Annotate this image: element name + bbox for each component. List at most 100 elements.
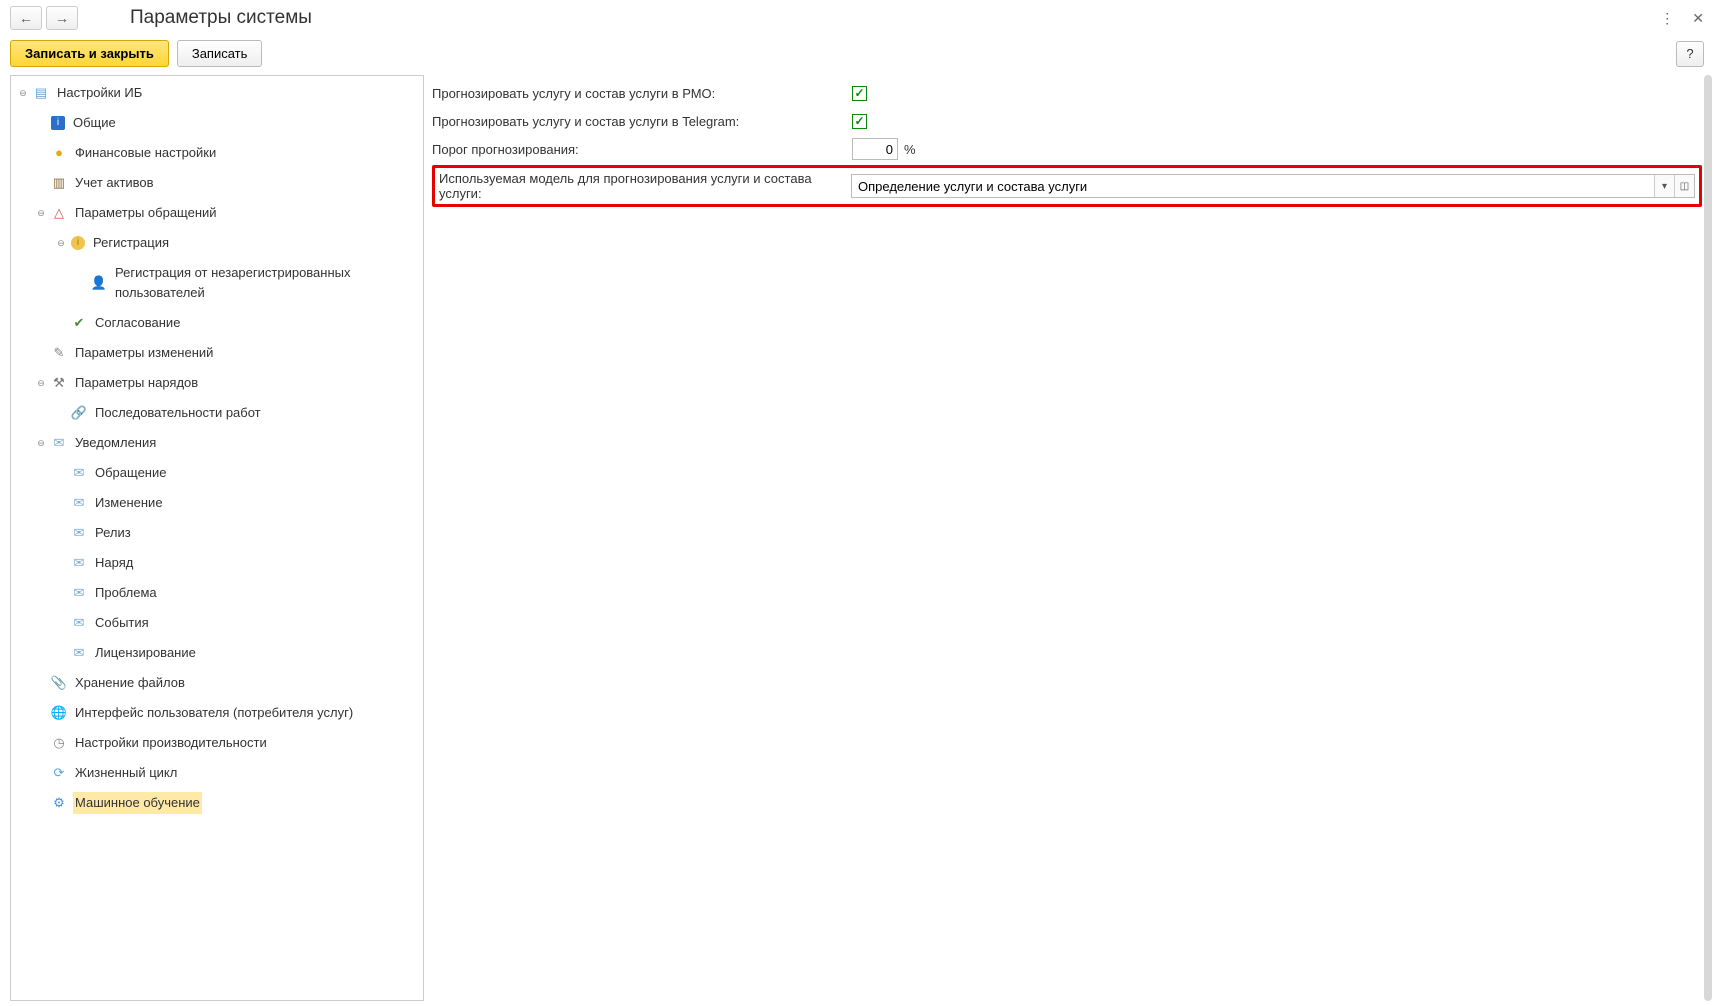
tree-label: Обращение <box>93 462 168 484</box>
tree-label: Параметры нарядов <box>73 372 200 394</box>
notification-icon: ✉ <box>71 615 87 631</box>
kebab-menu-icon[interactable]: ⋮ <box>1660 10 1674 27</box>
tree-label: Общие <box>71 112 118 134</box>
box-icon: ▥ <box>51 175 67 191</box>
tree-label: Настройки ИБ <box>55 82 144 104</box>
user-icon: 👤 <box>91 275 107 291</box>
paperclip-icon: 📎 <box>51 675 67 691</box>
tree-item-files[interactable]: 📎 Хранение файлов <box>11 668 423 698</box>
tree-item-interface[interactable]: 🌐 Интерфейс пользователя (потребителя ус… <box>11 698 423 728</box>
tree-label: Наряд <box>93 552 135 574</box>
tree-label: Жизненный цикл <box>73 762 179 784</box>
collapse-icon[interactable]: ⊖ <box>17 83 29 103</box>
tree-item-notif-events[interactable]: ✉ События <box>11 608 423 638</box>
tree-item-notif-release[interactable]: ✉ Релиз <box>11 518 423 548</box>
tree-item-financial[interactable]: ● Финансовые настройки <box>11 138 423 168</box>
notification-icon: ✉ <box>71 495 87 511</box>
tree-item-sequences[interactable]: 🔗 Последовательности работ <box>11 398 423 428</box>
tree-label: Параметры обращений <box>73 202 219 224</box>
registration-icon: i <box>71 236 85 250</box>
form-panel: Прогнозировать услугу и состав услуги в … <box>432 75 1710 1001</box>
tree-item-general[interactable]: i Общие <box>11 108 423 138</box>
label-predict-rmo: Прогнозировать услугу и состав услуги в … <box>432 86 852 101</box>
tree-item-reg-unreg[interactable]: 👤 Регистрация от незарегистрированных по… <box>11 258 423 308</box>
notification-icon: ✉ <box>71 465 87 481</box>
tree-item-requests[interactable]: ⊖ △ Параметры обращений <box>11 198 423 228</box>
notification-icon: ✉ <box>71 525 87 541</box>
settings-root-icon: ▤ <box>33 85 49 101</box>
info-icon: i <box>51 116 65 130</box>
tree-item-performance[interactable]: ◷ Настройки производительности <box>11 728 423 758</box>
back-button[interactable]: ← <box>10 6 42 30</box>
help-button[interactable]: ? <box>1676 41 1704 67</box>
tools-icon: ✎ <box>51 345 67 361</box>
notification-icon: ✉ <box>71 555 87 571</box>
tree-label: Учет активов <box>73 172 156 194</box>
collapse-icon[interactable]: ⊖ <box>55 233 67 253</box>
page-title: Параметры системы <box>130 7 312 29</box>
approval-icon: ✔ <box>71 315 87 331</box>
toolbar: Записать и закрыть Записать ? <box>0 36 1720 75</box>
content-scrollbar[interactable] <box>1704 75 1712 1001</box>
model-combobox[interactable]: ▾ ◫ <box>851 174 1695 198</box>
notification-icon: ✉ <box>71 645 87 661</box>
tree-item-notif-change[interactable]: ✉ Изменение <box>11 488 423 518</box>
row-predict-rmo: Прогнозировать услугу и состав услуги в … <box>432 79 1710 107</box>
lifecycle-icon: ⟳ <box>51 765 67 781</box>
tree-label: Интерфейс пользователя (потребителя услу… <box>73 702 355 724</box>
tree-label: Настройки производительности <box>73 732 269 754</box>
checkbox-predict-rmo[interactable]: ✓ <box>852 86 867 101</box>
tree-item-notif-order[interactable]: ✉ Наряд <box>11 548 423 578</box>
tree-item-approval[interactable]: ✔ Согласование <box>11 308 423 338</box>
model-input[interactable] <box>852 175 1654 197</box>
gauge-icon: ◷ <box>51 735 67 751</box>
window-header: ← → Параметры системы ⋮ ✕ <box>0 0 1720 36</box>
tree-item-registration[interactable]: ⊖ i Регистрация <box>11 228 423 258</box>
tree-item-assets[interactable]: ▥ Учет активов <box>11 168 423 198</box>
tree-label: Машинное обучение <box>73 792 202 814</box>
row-predict-telegram: Прогнозировать услугу и состав услуги в … <box>432 107 1710 135</box>
link-icon: 🔗 <box>71 405 87 421</box>
globe-icon: 🌐 <box>51 705 67 721</box>
tree-item-changes[interactable]: ✎ Параметры изменений <box>11 338 423 368</box>
row-model-highlighted: Используемая модель для прогнозирования … <box>432 165 1702 207</box>
tree-item-machine-learning[interactable]: ⚙ Машинное обучение <box>11 788 423 818</box>
tree-label: Релиз <box>93 522 133 544</box>
tree-item-orders[interactable]: ⊖ ⚒ Параметры нарядов <box>11 368 423 398</box>
coin-icon: ● <box>51 145 67 161</box>
collapse-icon[interactable]: ⊖ <box>35 433 47 453</box>
tree-root[interactable]: ⊖ ▤ Настройки ИБ <box>11 78 423 108</box>
open-button[interactable]: ◫ <box>1674 175 1694 197</box>
forward-button[interactable]: → <box>46 6 78 30</box>
tree-item-notif-license[interactable]: ✉ Лицензирование <box>11 638 423 668</box>
dropdown-button[interactable]: ▾ <box>1654 175 1674 197</box>
threshold-unit: % <box>904 142 916 157</box>
tree-label: Проблема <box>93 582 159 604</box>
collapse-icon[interactable]: ⊖ <box>35 373 47 393</box>
tree-label: Изменение <box>93 492 165 514</box>
tree-item-notif-request[interactable]: ✉ Обращение <box>11 458 423 488</box>
save-and-close-button[interactable]: Записать и закрыть <box>10 40 169 67</box>
tree-label: Регистрация от незарегистрированных поль… <box>113 262 419 304</box>
tree-label: Регистрация <box>91 232 171 254</box>
scrollbar-thumb[interactable] <box>1704 75 1712 1001</box>
save-button[interactable]: Записать <box>177 40 263 67</box>
notification-icon: ✉ <box>51 435 67 451</box>
tree-label: Согласование <box>93 312 182 334</box>
settings-tree[interactable]: ⊖ ▤ Настройки ИБ i Общие ● Финансовые на… <box>10 75 424 1001</box>
label-threshold: Порог прогнозирования: <box>432 142 852 157</box>
ml-icon: ⚙ <box>51 795 67 811</box>
tree-item-lifecycle[interactable]: ⟳ Жизненный цикл <box>11 758 423 788</box>
tree-item-notif-problem[interactable]: ✉ Проблема <box>11 578 423 608</box>
checkbox-predict-telegram[interactable]: ✓ <box>852 114 867 129</box>
label-model: Используемая модель для прогнозирования … <box>439 171 851 201</box>
tree-label: Хранение файлов <box>73 672 187 694</box>
threshold-input[interactable] <box>852 138 898 160</box>
tree-item-notifications[interactable]: ⊖ ✉ Уведомления <box>11 428 423 458</box>
collapse-icon[interactable]: ⊖ <box>35 203 47 223</box>
close-icon[interactable]: ✕ <box>1692 10 1704 27</box>
row-threshold: Порог прогнозирования: % <box>432 135 1710 163</box>
tree-label: События <box>93 612 151 634</box>
label-predict-telegram: Прогнозировать услугу и состав услуги в … <box>432 114 852 129</box>
tree-label: Параметры изменений <box>73 342 215 364</box>
